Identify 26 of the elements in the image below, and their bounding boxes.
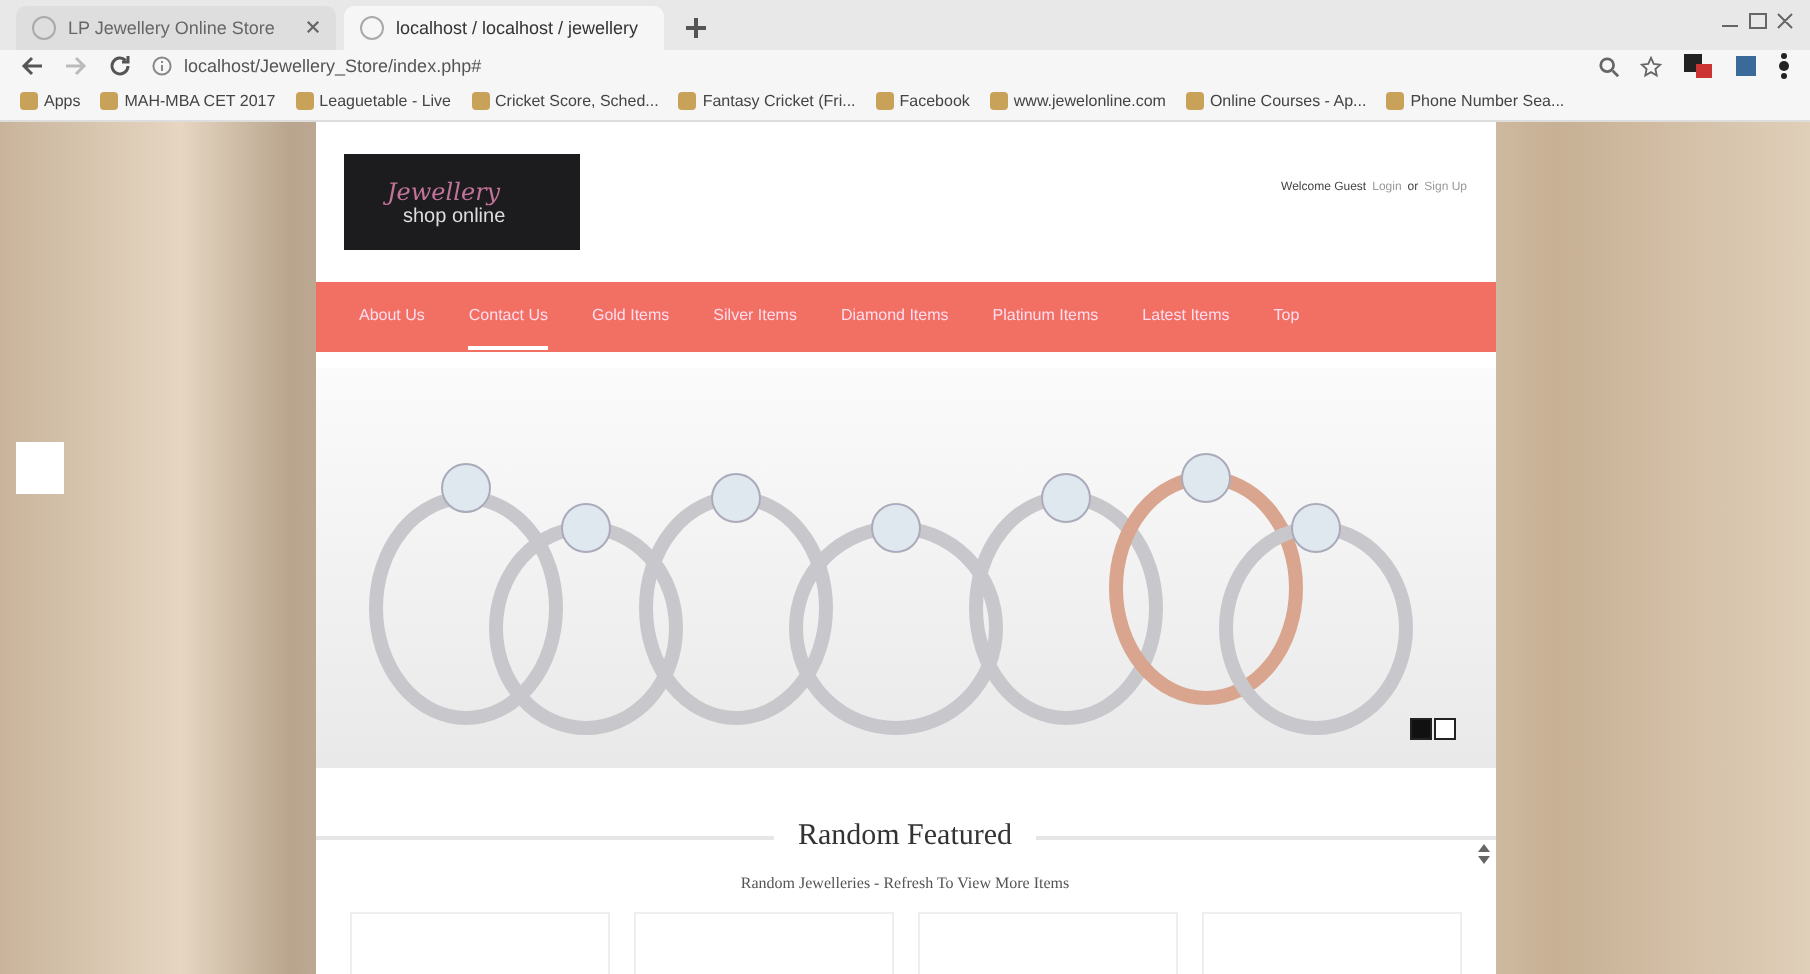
bookmark-link[interactable]: Fantasy Cricket (Fri... (678, 92, 856, 111)
reload-icon[interactable] (108, 54, 132, 79)
bookmark-link[interactable]: Online Courses - Ap... (1185, 92, 1367, 111)
menu-icon[interactable] (1778, 52, 1790, 81)
address-field[interactable]: localhost/Jewellery_Store/index.php# (152, 56, 1578, 77)
back-icon[interactable] (20, 54, 44, 79)
scroll-arrows-icon[interactable] (1476, 842, 1492, 866)
bookmark-link[interactable]: Cricket Score, Sched... (471, 92, 659, 111)
new-tab-icon[interactable] (684, 15, 708, 40)
extension-icon[interactable] (1682, 52, 1714, 81)
info-icon[interactable] (152, 56, 172, 77)
close-icon[interactable] (306, 20, 320, 35)
star-icon[interactable] (1640, 55, 1662, 78)
section-title: Random Featured (797, 820, 1013, 854)
bookmark-link[interactable]: Leaguetable - Live (295, 92, 451, 111)
bookmark-link[interactable]: www.jewelonline.com (989, 92, 1166, 111)
bookmark-link[interactable]: Phone Number Sea... (1386, 92, 1565, 111)
bookmark-link[interactable]: MAH-MBA CET 2017 (100, 92, 276, 111)
search-icon[interactable] (1598, 55, 1620, 78)
section-subtitle: Random Jewelleries - Refresh To View More Items (740, 874, 1070, 892)
browser-tab[interactable]: localhost / localhost / jewellery (344, 5, 664, 50)
bookmark-link[interactable]: Apps (20, 92, 81, 111)
window-controls-icon[interactable] (1718, 10, 1798, 30)
logo[interactable]: Jewellery shop online (343, 154, 579, 250)
browser-tab[interactable]: LP Jewellery Online Store (16, 5, 336, 50)
bookmark-link[interactable]: Facebook (875, 92, 970, 111)
